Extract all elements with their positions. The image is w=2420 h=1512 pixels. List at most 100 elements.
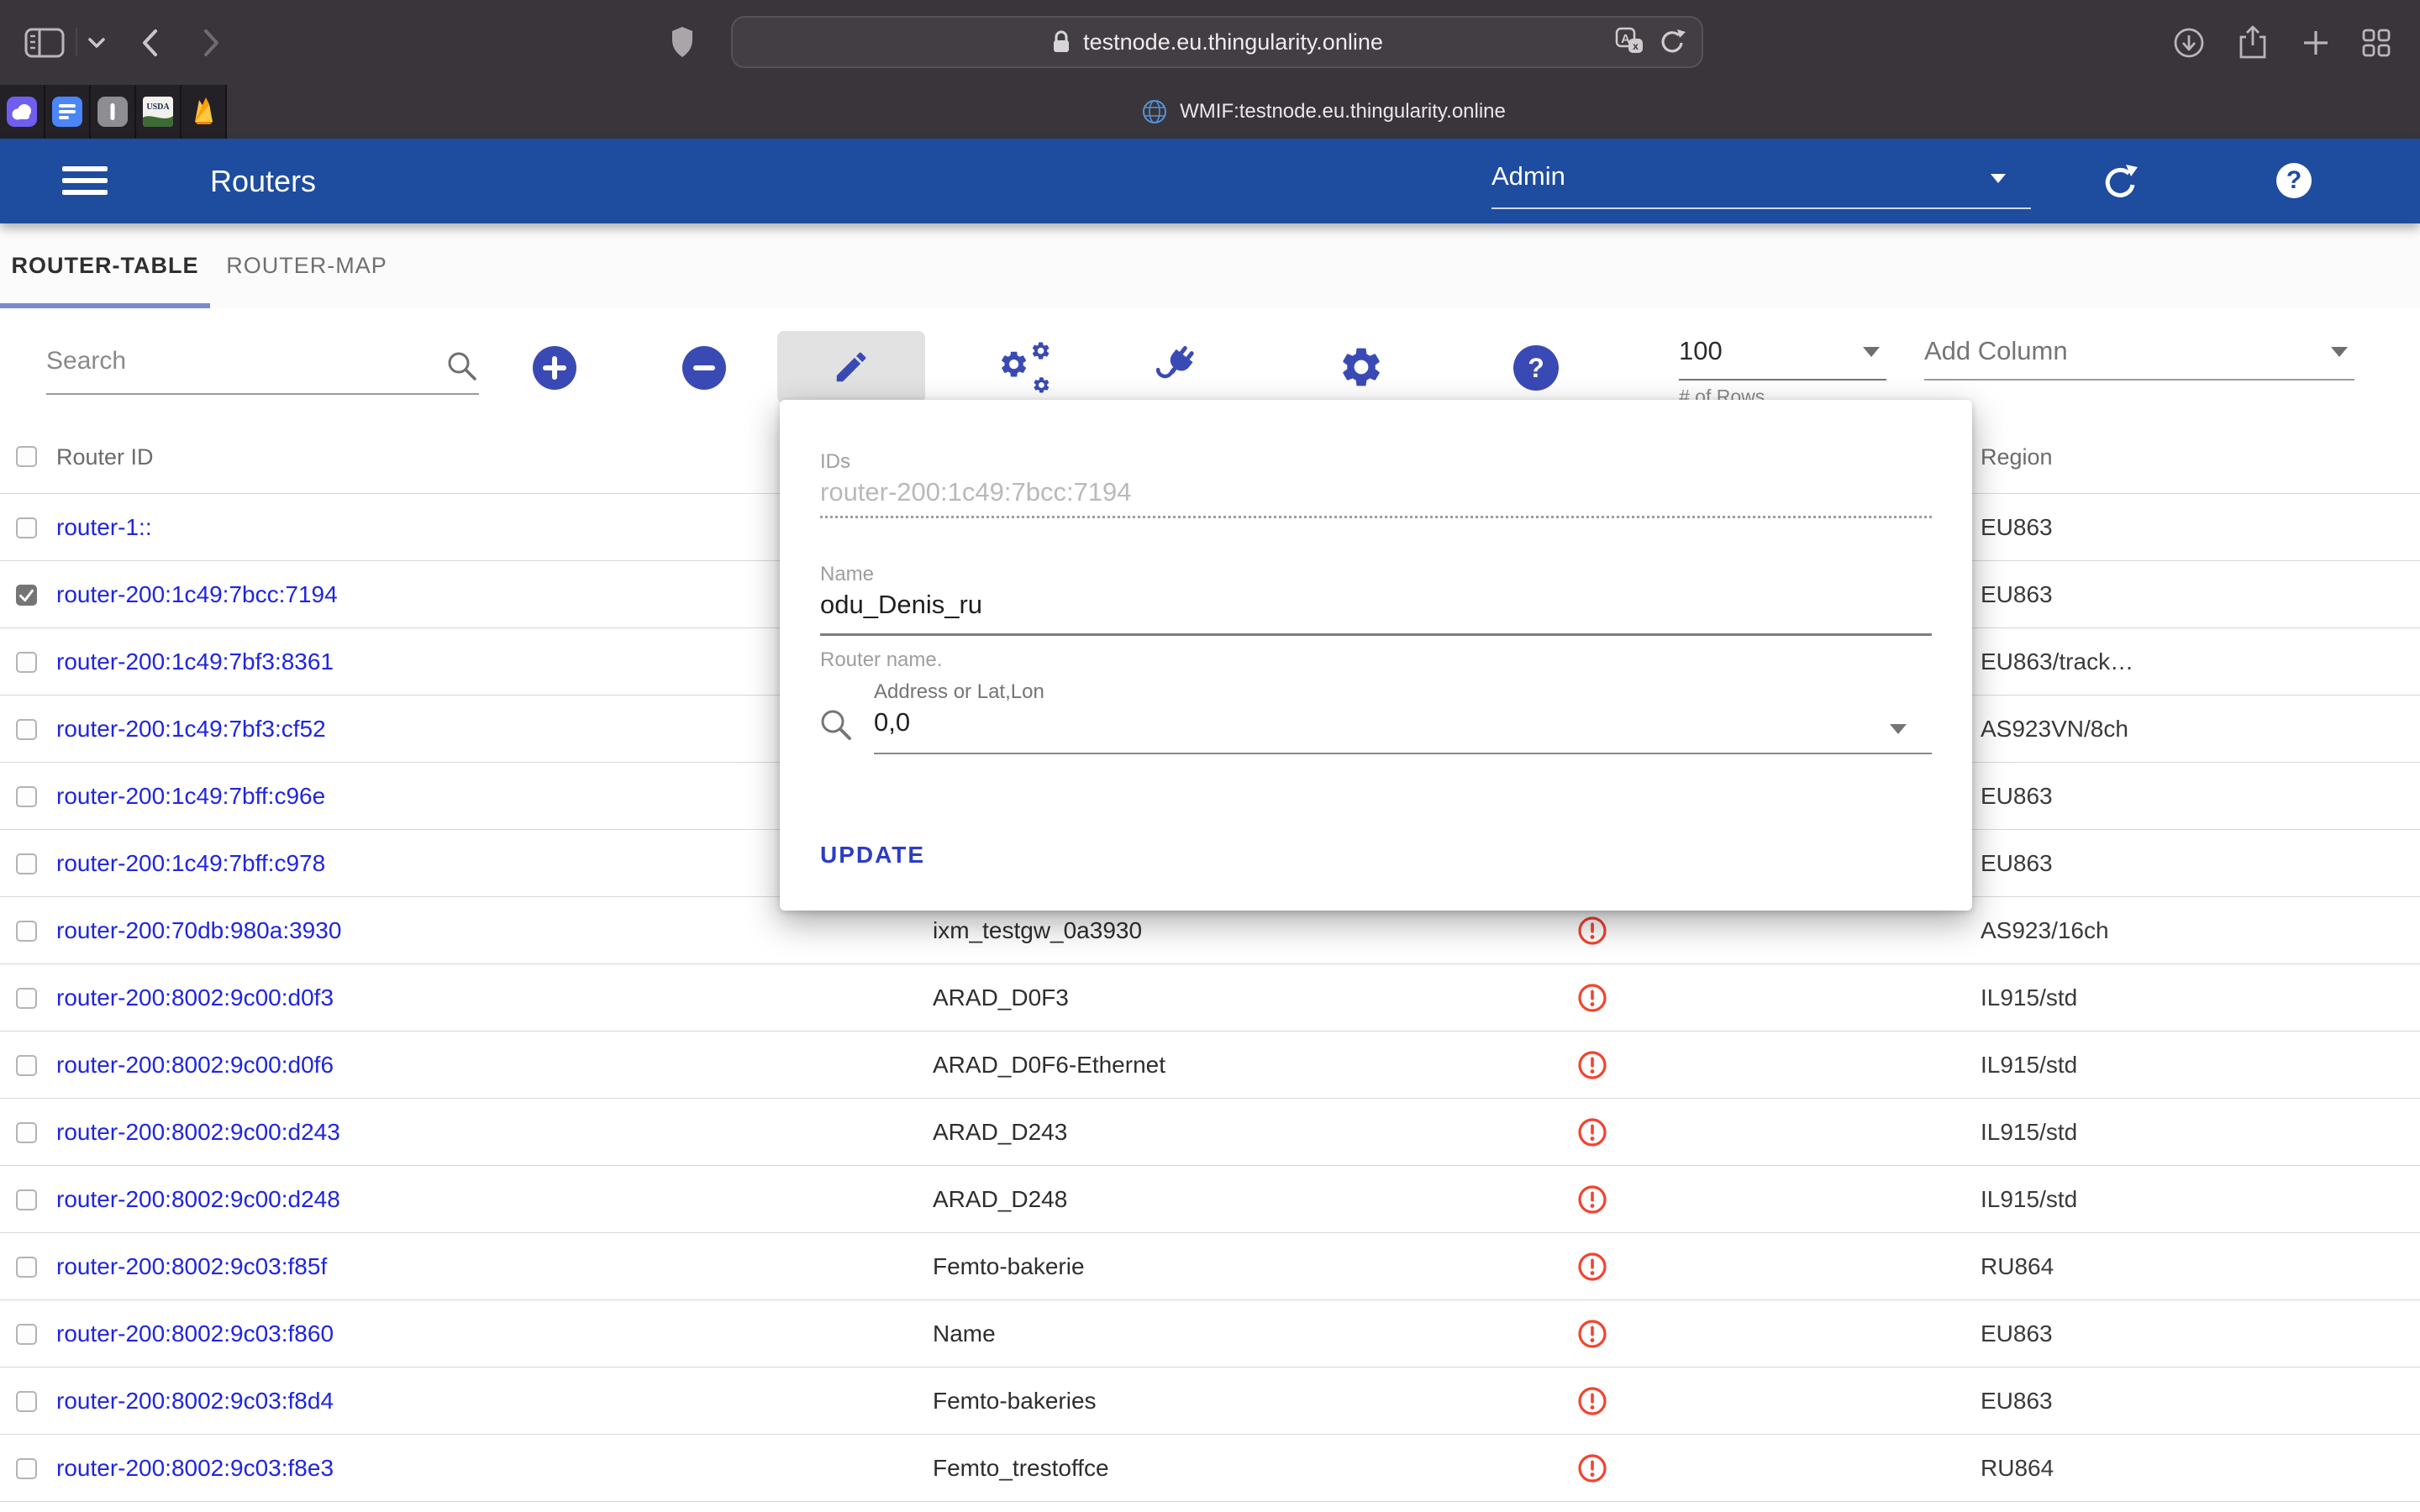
edit-router-button[interactable] <box>777 331 925 403</box>
router-region: IL915/std <box>1981 1032 2077 1099</box>
gears-icon <box>998 340 1054 396</box>
table-row: router-200:8002:9c03:f8e3 Femto_trestoff… <box>0 1435 2420 1502</box>
router-id-link[interactable]: router-200:8002:9c03:f8e3 <box>56 1435 334 1502</box>
router-region: EU863 <box>1981 561 2053 628</box>
error-status-icon[interactable] <box>1576 1385 1608 1421</box>
chevron-down-icon[interactable] <box>1890 724 1907 734</box>
tab-overview-icon[interactable] <box>2360 26 2393 60</box>
router-id-link[interactable]: router-200:8002:9c03:f8d4 <box>56 1368 334 1435</box>
router-id-link[interactable]: router-200:8002:9c00:d0f3 <box>56 964 334 1032</box>
globe-icon <box>1141 98 1168 125</box>
error-status-icon[interactable] <box>1576 1452 1608 1488</box>
account-select-value: Admin <box>1491 152 2031 201</box>
router-id-link[interactable]: router-200:8002:9c03:f85f <box>56 1233 327 1300</box>
router-region: EU863/track… <box>1981 628 2133 696</box>
account-select[interactable]: Admin <box>1491 152 2031 209</box>
privacy-shield-icon[interactable] <box>670 25 695 59</box>
row-checkbox[interactable] <box>16 1122 37 1143</box>
table-row: router-200:8002:9c00:d248 ARAD_D248 IL91… <box>0 1166 2420 1233</box>
router-region: IL915/std <box>1981 964 2077 1032</box>
tab-router-table[interactable]: ROUTER-TABLE <box>0 223 210 308</box>
pinned-tab-docs[interactable] <box>45 85 89 139</box>
router-name: ARAD_D0F6-Ethernet <box>933 1032 1165 1099</box>
toolbar-help-button[interactable]: ? <box>1513 345 1559 391</box>
router-id-link[interactable]: router-200:1c49:7bff:c96e <box>56 763 325 830</box>
services-button[interactable] <box>998 340 1054 400</box>
connect-button[interactable] <box>1153 342 1200 395</box>
pinned-tab-usda[interactable]: USDA <box>136 85 180 139</box>
error-status-icon[interactable] <box>1576 982 1608 1018</box>
row-checkbox[interactable] <box>16 1055 37 1076</box>
help-icon[interactable]: ? <box>2274 160 2314 205</box>
router-region: EU863 <box>1981 1368 2053 1435</box>
svg-text:x: x <box>1633 40 1639 52</box>
pinned-tab-notes[interactable] <box>91 85 134 139</box>
error-status-icon[interactable] <box>1576 1251 1608 1287</box>
router-id-link[interactable]: router-200:70db:980a:3930 <box>56 897 341 964</box>
row-checkbox[interactable] <box>16 1458 37 1479</box>
back-button-icon[interactable] <box>139 28 160 58</box>
row-checkbox[interactable] <box>16 1257 37 1278</box>
share-icon[interactable] <box>2235 24 2270 62</box>
name-field-underline <box>820 633 1932 636</box>
new-tab-icon[interactable] <box>2299 26 2333 60</box>
row-checkbox[interactable] <box>16 585 37 606</box>
downloads-icon[interactable] <box>2171 25 2207 60</box>
active-tab[interactable]: WMIF:testnode.eu.thingularity.online <box>227 85 2420 139</box>
sidebar-icon[interactable] <box>24 26 66 60</box>
row-checkbox[interactable] <box>16 921 37 942</box>
row-checkbox[interactable] <box>16 1391 37 1412</box>
firebase-icon <box>188 97 218 127</box>
row-checkbox[interactable] <box>16 1324 37 1345</box>
row-checkbox[interactable] <box>16 1189 37 1210</box>
error-status-icon[interactable] <box>1576 1318 1608 1354</box>
row-checkbox[interactable] <box>16 517 37 538</box>
router-id-link[interactable]: router-1:: <box>56 494 152 561</box>
select-all-checkbox[interactable] <box>16 446 37 467</box>
search-input[interactable] <box>46 336 433 386</box>
row-checkbox[interactable] <box>16 988 37 1009</box>
refresh-icon[interactable] <box>2099 160 2141 207</box>
tab-router-map[interactable]: ROUTER-MAP <box>210 223 403 308</box>
active-tab-title: WMIF:testnode.eu.thingularity.online <box>1180 100 1506 123</box>
forward-button-icon[interactable] <box>202 28 222 58</box>
row-checkbox[interactable] <box>16 652 37 673</box>
address-input[interactable]: 0,0 <box>874 707 910 738</box>
name-input[interactable]: odu_Denis_ru <box>820 590 982 620</box>
router-id-link[interactable]: router-200:1c49:7bcc:7194 <box>56 561 338 628</box>
add-router-button[interactable] <box>532 345 577 395</box>
pinned-tab-cloud[interactable] <box>0 85 44 139</box>
address-bar[interactable]: testnode.eu.thingularity.online Ax <box>731 16 1703 68</box>
router-id-link[interactable]: router-200:1c49:7bff:c978 <box>56 830 325 897</box>
row-checkbox[interactable] <box>16 786 37 807</box>
row-checkbox[interactable] <box>16 719 37 740</box>
add-column-select[interactable]: Add Column <box>1924 330 2354 381</box>
translate-icon[interactable]: Ax <box>1614 26 1644 56</box>
row-checkbox[interactable] <box>16 853 37 874</box>
router-name: ARAD_D248 <box>933 1166 1067 1233</box>
update-button[interactable]: UPDATE <box>820 842 925 869</box>
address-label: Address or Lat,Lon <box>874 680 1044 704</box>
settings-button[interactable] <box>1338 344 1385 395</box>
error-status-icon[interactable] <box>1576 1184 1608 1220</box>
router-id-link[interactable]: router-200:8002:9c03:f860 <box>56 1300 334 1368</box>
pinned-tab-firebase[interactable] <box>182 85 225 139</box>
router-id-link[interactable]: router-200:8002:9c00:d243 <box>56 1099 340 1166</box>
menu-icon[interactable] <box>62 166 108 196</box>
divider <box>76 28 77 56</box>
error-status-icon[interactable] <box>1576 1116 1608 1152</box>
remove-router-button[interactable] <box>681 345 727 395</box>
chevron-down-icon[interactable] <box>87 37 106 49</box>
chevron-down-icon <box>1863 347 1880 357</box>
svg-text:?: ? <box>2286 166 2302 194</box>
error-status-icon[interactable] <box>1576 1049 1608 1085</box>
plug-icon <box>1153 342 1200 391</box>
router-id-link[interactable]: router-200:1c49:7bf3:cf52 <box>56 696 326 763</box>
error-status-icon[interactable] <box>1576 915 1608 951</box>
router-id-link[interactable]: router-200:1c49:7bf3:8361 <box>56 628 334 696</box>
column-header-region: Region <box>1981 420 2053 494</box>
reload-icon[interactable] <box>1658 26 1686 56</box>
router-id-link[interactable]: router-200:8002:9c00:d0f6 <box>56 1032 334 1099</box>
rows-per-page-select[interactable]: 100 <box>1679 330 1886 381</box>
router-id-link[interactable]: router-200:8002:9c00:d248 <box>56 1166 340 1233</box>
